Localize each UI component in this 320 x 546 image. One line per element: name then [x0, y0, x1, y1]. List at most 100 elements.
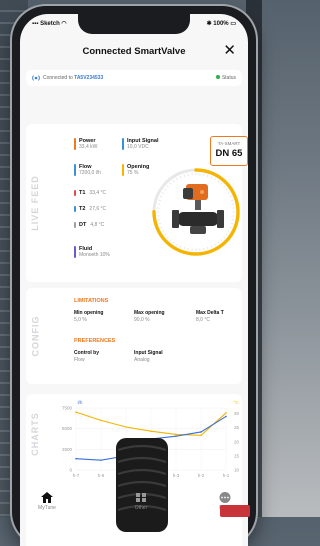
gauge-tick — [231, 223, 233, 224]
limitation-item: Max Delta T8,0 °C — [196, 310, 224, 324]
battery-indicator: ✱ 100% ▭ — [207, 20, 236, 27]
flow-point — [225, 412, 227, 414]
red-object — [220, 505, 250, 517]
metric-label: DT — [79, 222, 86, 228]
flow-point — [175, 434, 177, 436]
tab-other[interactable]: Other — [126, 492, 156, 511]
gauge-tick — [223, 186, 224, 187]
gauge-tick — [230, 196, 232, 197]
app-header: Connected SmartValve ✕ — [20, 41, 248, 63]
gauge-tick — [180, 176, 181, 178]
gauge-tick — [170, 239, 171, 240]
status-dot-icon — [216, 75, 220, 79]
metric-value: 75 % — [127, 170, 138, 176]
tab-label: Other — [135, 505, 148, 511]
flow-point — [75, 411, 77, 413]
gauge-tick — [177, 178, 178, 180]
chart-left-tick: 5000 — [62, 426, 73, 431]
gauge-tick — [223, 237, 224, 238]
gauge-tick — [231, 200, 233, 201]
gauge-tick — [162, 193, 164, 194]
gauge-tick — [164, 189, 166, 190]
metric-power: Power33,4 kW — [74, 138, 97, 150]
gauge-tick — [159, 200, 161, 201]
preference-label: Input Signal — [134, 350, 163, 357]
limitation-value: 8,0 °C — [196, 317, 224, 324]
chart-x-tick: h-6 — [98, 473, 105, 478]
chart-x-tick: h-2 — [198, 473, 205, 478]
config-section-label: CONFIG — [26, 288, 44, 384]
gauge-tick — [211, 246, 212, 248]
phone-frame: ▪▪▪ Sketch ◠ 9:41 AM ✱ 100% ▭ Connected … — [12, 6, 256, 546]
preference-value: Flow — [74, 357, 99, 364]
temperature-point — [200, 431, 202, 433]
limitation-label: Max Delta T — [196, 310, 224, 317]
chart-right-tick: 25 — [234, 425, 240, 430]
valve-model-box: TA-SMART DN 65 — [210, 136, 248, 166]
gauge-tick — [164, 234, 166, 235]
chart-right-tick: 10 — [234, 468, 240, 473]
close-icon[interactable]: ✕ — [223, 42, 236, 60]
gauge-tick — [184, 247, 185, 249]
metric-label: T2 — [79, 206, 85, 212]
limitation-item: Min opening5,0 % — [74, 310, 103, 324]
tab-mytune[interactable]: MyTune — [32, 492, 62, 511]
home-icon — [41, 492, 53, 503]
chart-left-tick: 7500 — [62, 406, 73, 411]
preference-value: Analog — [134, 357, 163, 364]
gauge-tick — [207, 247, 208, 249]
metric-color-bar — [122, 164, 124, 176]
limitations-title: LIMITATIONS — [74, 298, 108, 304]
metric-color-bar — [74, 222, 76, 228]
metric-dt: DT4,8 °C — [74, 222, 104, 228]
valve-actuator-image — [172, 184, 224, 234]
gauge-tick — [167, 186, 168, 187]
device-serial: TA5V234533 — [74, 75, 103, 81]
chart-x-tick: h-1 — [223, 473, 230, 478]
metric-color-bar — [74, 138, 76, 150]
chart-right-tick: 15 — [234, 453, 240, 458]
gauge-tick — [211, 176, 212, 178]
gauge-tick — [226, 234, 228, 235]
gauge-tick — [221, 183, 222, 184]
metric-color-bar — [74, 190, 76, 196]
metric-color-bar — [74, 246, 76, 258]
temperature-point — [225, 416, 227, 418]
gauge-tick — [173, 242, 174, 244]
connection-bar: Connected to TA5V234533 Status — [26, 70, 242, 86]
metric-color-bar — [74, 164, 76, 176]
temperature-point — [100, 459, 102, 461]
live-feed-section-label: LIVE FEED — [26, 124, 44, 282]
gauge-tick — [184, 175, 185, 177]
chart-right-tick: 20 — [234, 439, 240, 444]
opening-gauge — [150, 166, 242, 258]
metric-input-signal: Input Signal10,0 VDC — [122, 138, 158, 150]
gauge-tick — [215, 178, 216, 180]
metric-value: 7200,0 l/h — [79, 170, 101, 176]
metric-value: Monoeth 10% — [79, 252, 110, 258]
wireless-icon — [31, 73, 41, 83]
connection-label: Connected to TA5V234533 — [43, 75, 103, 81]
chart-left-tick: 0 — [69, 468, 72, 473]
status-indicator[interactable]: Status — [216, 75, 236, 81]
metric-label: T1 — [79, 190, 85, 196]
gauge-tick — [177, 244, 178, 246]
gauge-tick — [170, 183, 171, 184]
gauge-tick — [162, 231, 164, 232]
more-icon — [219, 492, 231, 503]
app-screen: ▪▪▪ Sketch ◠ 9:41 AM ✱ 100% ▭ Connected … — [20, 14, 248, 546]
flow-point — [125, 426, 127, 428]
preference-item: Control byFlow — [74, 350, 99, 364]
valve-model-name: TA-SMART — [211, 141, 247, 146]
flow-point — [200, 434, 202, 436]
chart-x-tick: h-3 — [173, 473, 180, 478]
chart-right-unit: °C — [233, 400, 239, 405]
metric-value: 33,4 °C — [89, 190, 106, 196]
gauge-tick — [167, 237, 168, 238]
preference-label: Control by — [74, 350, 99, 357]
gauge-tick — [230, 227, 232, 228]
page-title: Connected SmartValve — [20, 46, 248, 57]
config-card: CONFIG LIMITATIONS Min opening5,0 %Max o… — [26, 288, 242, 384]
chart-right-tick: 30 — [234, 411, 240, 416]
metric-flow: Flow7200,0 l/h — [74, 164, 101, 176]
